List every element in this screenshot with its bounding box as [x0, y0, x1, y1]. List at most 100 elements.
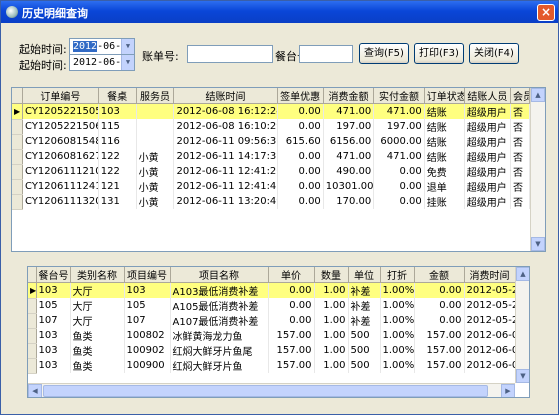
orders-column-header[interactable]: 订单编号 — [22, 88, 99, 104]
items-cell[interactable]: 1.00 — [314, 328, 349, 343]
items-cell[interactable]: 103 — [36, 343, 71, 358]
orders-cell[interactable]: 小黄 — [136, 164, 175, 179]
orders-cell[interactable]: 小黄 — [136, 149, 175, 164]
items-cell[interactable]: 2012-05-22 — [464, 298, 516, 313]
orders-cell[interactable]: CY120611121052 — [22, 164, 99, 179]
orders-cell[interactable]: 0.00 — [277, 164, 324, 179]
bill-number-input[interactable] — [187, 45, 273, 63]
orders-cell[interactable]: 121 — [98, 179, 137, 194]
orders-table-row[interactable]: CY120522150617115 2012-06-08 16:10:290.00… — [12, 119, 530, 135]
row-indicator[interactable] — [28, 343, 37, 359]
start-date-picker[interactable]: 2012-06-04 ▼ — [69, 38, 135, 55]
items-cell[interactable]: 1.00% — [380, 343, 415, 358]
orders-cell[interactable]: 否 — [510, 149, 530, 164]
orders-cell[interactable]: 0.00 — [277, 103, 324, 119]
orders-cell[interactable]: 小黄 — [136, 179, 175, 194]
items-cell[interactable]: 鱼类 — [70, 328, 125, 343]
items-column-header[interactable]: 打折 — [380, 267, 415, 283]
orders-cell[interactable]: 615.60 — [277, 134, 324, 149]
items-cell[interactable]: 1.00% — [380, 298, 415, 313]
orders-cell[interactable]: 0.00 — [373, 194, 425, 209]
items-cell[interactable]: 157.00 — [268, 358, 315, 373]
items-cell[interactable]: 大厅 — [70, 282, 125, 298]
arrow-down-icon[interactable]: ▼ — [531, 237, 545, 251]
orders-cell[interactable]: 超级用户 — [464, 164, 512, 179]
orders-cell[interactable]: CY120522150617 — [22, 119, 99, 134]
items-cell[interactable]: 大厅 — [70, 298, 125, 313]
items-cell[interactable]: 1.00 — [314, 313, 349, 328]
items-cell[interactable]: 157.00 — [414, 358, 465, 373]
arrow-down-icon[interactable]: ▼ — [516, 369, 529, 383]
orders-cell[interactable]: 超级用户 — [464, 134, 512, 149]
orders-cell[interactable]: CY120522150529 — [22, 103, 99, 119]
row-indicator[interactable] — [28, 328, 37, 344]
items-table-row[interactable]: ▶ 103 大厅 103 A103最低消费补差 0.00 1.00 补差 1.00% 0.00 20… — [28, 282, 516, 299]
scroll-thumb[interactable] — [43, 385, 488, 397]
items-cell[interactable]: 红焖大鲜牙片鱼尾 — [170, 343, 269, 358]
row-pointer-icon[interactable]: ▶ — [28, 282, 37, 299]
orders-cell[interactable]: 否 — [510, 103, 530, 119]
orders-cell[interactable]: 结账 — [424, 103, 465, 119]
items-cell[interactable]: 107 — [124, 313, 171, 328]
arrow-right-icon[interactable]: ▶ — [501, 384, 515, 397]
items-cell[interactable]: 补差 — [348, 313, 381, 328]
orders-cell[interactable]: 超级用户 — [464, 194, 512, 209]
items-cell[interactable]: 157.00 — [414, 343, 465, 358]
row-indicator[interactable] — [28, 298, 37, 314]
orders-table-row[interactable]: CY120611124135121小黄2012-06-11 12:41:470.… — [12, 179, 530, 195]
items-cell[interactable]: 鱼类 — [70, 343, 125, 358]
orders-column-header[interactable]: 结账人员 — [464, 88, 512, 104]
orders-cell[interactable]: 0.00 — [277, 179, 324, 194]
items-cell[interactable]: 103 — [36, 282, 71, 298]
row-indicator[interactable] — [12, 149, 23, 165]
items-cell[interactable]: 大厅 — [70, 313, 125, 328]
items-cell[interactable]: 2012-05-22 — [464, 282, 516, 298]
items-cell[interactable]: 2012-06-08 — [464, 328, 516, 343]
row-indicator[interactable] — [12, 194, 23, 210]
chevron-down-icon[interactable]: ▼ — [121, 55, 134, 70]
orders-table-row[interactable]: CY120611132032131小黄2012-06-11 13:20:490.… — [12, 194, 530, 210]
arrow-left-icon[interactable]: ◀ — [28, 384, 42, 397]
row-indicator[interactable] — [12, 179, 23, 195]
orders-cell[interactable]: 0.00 — [373, 179, 425, 194]
items-cell[interactable]: 红焖大鲜牙片鱼 — [170, 358, 269, 373]
items-table-row[interactable]: 103 鱼类 100802 冰鲜黄海龙力鱼 157.00 1.00 500 1.00% 157.… — [28, 328, 516, 344]
orders-vertical-scrollbar[interactable]: ▲ ▼ — [530, 88, 545, 251]
items-cell[interactable]: 1.00% — [380, 313, 415, 328]
orders-cell[interactable]: 挂账 — [424, 194, 465, 209]
orders-table-row[interactable]: CY120611121052122小黄2012-06-11 12:41:260.… — [12, 164, 530, 180]
orders-cell[interactable]: 197.00 — [373, 119, 425, 134]
chevron-down-icon[interactable]: ▼ — [121, 39, 134, 54]
orders-column-header[interactable]: 服务员 — [136, 88, 175, 104]
orders-cell[interactable]: 471.00 — [323, 103, 375, 119]
items-cell[interactable]: 105 — [36, 298, 71, 313]
items-column-header[interactable]: 项目名称 — [170, 267, 269, 283]
orders-cell[interactable]: 否 — [510, 119, 530, 134]
orders-column-header[interactable]: 签单优惠 — [277, 88, 324, 104]
items-horizontal-scrollbar[interactable]: ◀ ▶ — [28, 383, 515, 397]
items-cell[interactable]: 0.00 — [268, 298, 315, 313]
items-column-header[interactable]: 金额 — [414, 267, 465, 283]
table-number-input[interactable] — [299, 45, 353, 63]
orders-cell[interactable]: 116 — [98, 134, 137, 149]
orders-cell[interactable]: 2012-06-11 13:20:49 — [173, 194, 278, 209]
row-indicator[interactable] — [12, 164, 23, 180]
orders-cell[interactable]: 471.00 — [373, 149, 425, 164]
orders-cell[interactable]: 2012-06-11 12:41:26 — [173, 164, 278, 179]
orders-cell[interactable]: 否 — [510, 134, 530, 149]
end-date-picker[interactable]: 2012-06-11 ▼ — [69, 54, 135, 71]
items-cell[interactable]: 100900 — [124, 358, 171, 373]
orders-cell[interactable]: CY120608154844 — [22, 134, 99, 149]
row-indicator[interactable] — [12, 134, 23, 150]
items-column-header[interactable]: 单价 — [268, 267, 315, 283]
orders-cell[interactable]: 结账 — [424, 119, 465, 134]
query-button[interactable]: 查询(F5) — [359, 43, 409, 64]
items-table-row[interactable]: 103 鱼类 100900 红焖大鲜牙片鱼 157.00 1.00 500 1.00% 157.… — [28, 358, 516, 374]
orders-cell[interactable]: 0.00 — [277, 194, 324, 209]
orders-cell[interactable]: 0.00 — [373, 164, 425, 179]
arrow-up-icon[interactable]: ▲ — [516, 267, 529, 281]
orders-cell[interactable]: 122 — [98, 164, 137, 179]
orders-column-header[interactable]: 实付金额 — [373, 88, 425, 104]
items-column-header[interactable]: 项目编号 — [124, 267, 171, 283]
items-column-header[interactable]: 消费时间 — [464, 267, 516, 283]
